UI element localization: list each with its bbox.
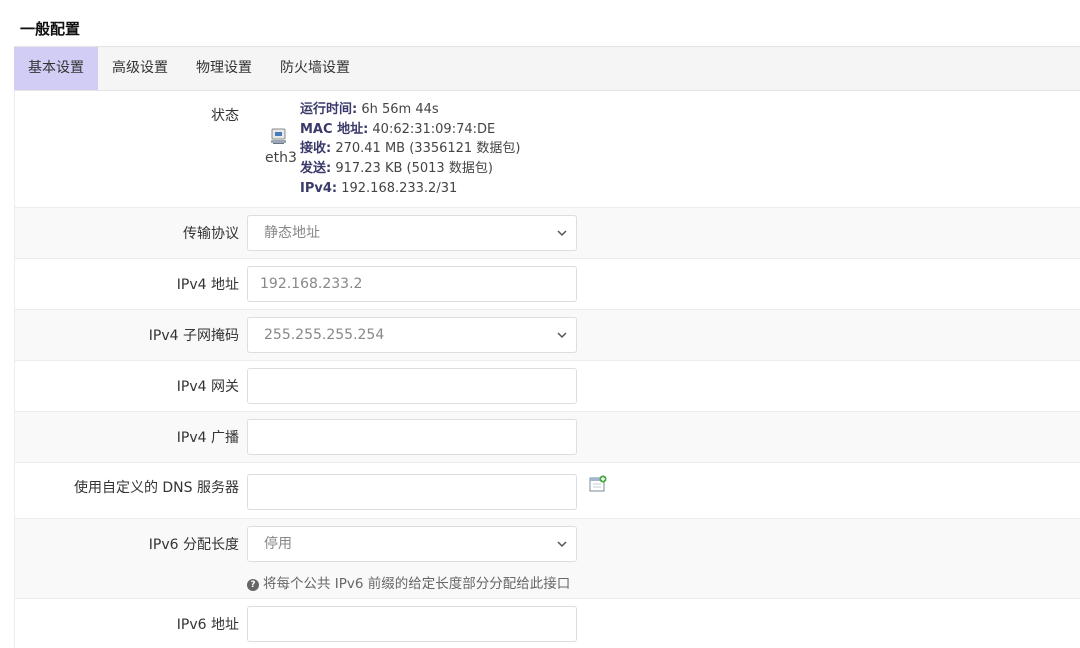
- tx-line: 发送: 917.23 KB (5013 数据包): [300, 161, 493, 177]
- ipv4-address-row: IPv4 地址 192.168.233.2: [15, 259, 1080, 310]
- question-circle-icon: ?: [247, 579, 259, 591]
- ipv4-gateway-row: IPv4 网关: [15, 361, 1080, 412]
- interface-config-page: 一般配置 基本设置 高级设置 物理设置 防火墙设置 状态 eth3 运行时间: …: [0, 0, 1080, 648]
- ipv6-length-label: IPv6 分配长度: [148, 537, 239, 553]
- chevron-down-icon: [557, 541, 567, 548]
- status-details: 运行时间: 6h 56m 44s MAC 地址: 40:62:31:09:74:…: [300, 100, 520, 199]
- status-row: 状态 eth3 运行时间: 6h 56m 44s MAC 地址: 40:62:3…: [15, 90, 1080, 208]
- ethernet-port-icon: [263, 126, 295, 150]
- protocol-select[interactable]: 静态地址: [247, 215, 577, 251]
- ipv4-gateway-input[interactable]: [247, 368, 577, 404]
- protocol-label: 传输协议: [183, 226, 239, 242]
- tab-basic-settings[interactable]: 基本设置: [14, 47, 98, 90]
- ipv4-gateway-label: IPv4 网关: [176, 379, 239, 395]
- mac-line: MAC 地址: 40:62:31:09:74:DE: [300, 121, 496, 137]
- tab-physical-settings[interactable]: 物理设置: [182, 47, 266, 90]
- tab-advanced-settings[interactable]: 高级设置: [98, 47, 182, 90]
- ipv6-length-row: IPv6 分配长度 停用 ? 将每个公共 IPv6 前缀的给定长度部分分配给此接口: [15, 519, 1080, 599]
- general-config-form: 状态 eth3 运行时间: 6h 56m 44s MAC 地址: 40:62:3…: [14, 90, 1080, 648]
- chevron-down-icon: [557, 230, 567, 237]
- tab-bar: 基本设置 高级设置 物理设置 防火墙设置: [14, 46, 1080, 91]
- ipv4-netmask-select[interactable]: 255.255.255.254: [247, 317, 577, 353]
- section-title: 一般配置: [20, 20, 81, 38]
- dns-row: 使用自定义的 DNS 服务器: [15, 463, 1080, 519]
- ipv4-address-input[interactable]: 192.168.233.2: [247, 266, 577, 302]
- interface-name: eth3: [265, 150, 297, 166]
- protocol-row: 传输协议 静态地址: [15, 208, 1080, 259]
- ipv6-address-input[interactable]: [247, 606, 577, 642]
- ipv6-address-row: IPv6 地址: [15, 599, 1080, 648]
- ipv6-address-label: IPv6 地址: [176, 617, 239, 633]
- uptime-line: 运行时间: 6h 56m 44s: [300, 102, 439, 117]
- ipv4-broadcast-row: IPv4 广播: [15, 412, 1080, 463]
- dns-label: 使用自定义的 DNS 服务器: [73, 480, 239, 496]
- ipv4-broadcast-label: IPv4 广播: [176, 430, 239, 446]
- ipv4-netmask-label: IPv4 子网掩码: [148, 328, 239, 344]
- rx-line: 接收: 270.41 MB (3356121 数据包): [300, 141, 521, 157]
- ipv4-broadcast-input[interactable]: [247, 419, 577, 455]
- chevron-down-icon: [557, 332, 567, 339]
- dns-input[interactable]: [247, 474, 577, 510]
- ipv4-address-label: IPv4 地址: [176, 277, 239, 293]
- add-entry-icon[interactable]: [589, 475, 607, 493]
- tab-firewall-settings[interactable]: 防火墙设置: [266, 47, 364, 90]
- ipv4-line: IPv4: 192.168.233.2/31: [300, 180, 458, 196]
- status-label: 状态: [211, 108, 239, 124]
- ipv6-length-help: ? 将每个公共 IPv6 前缀的给定长度部分分配给此接口: [247, 572, 570, 592]
- ipv6-length-select[interactable]: 停用: [247, 526, 577, 562]
- ipv4-netmask-row: IPv4 子网掩码 255.255.255.254: [15, 310, 1080, 361]
